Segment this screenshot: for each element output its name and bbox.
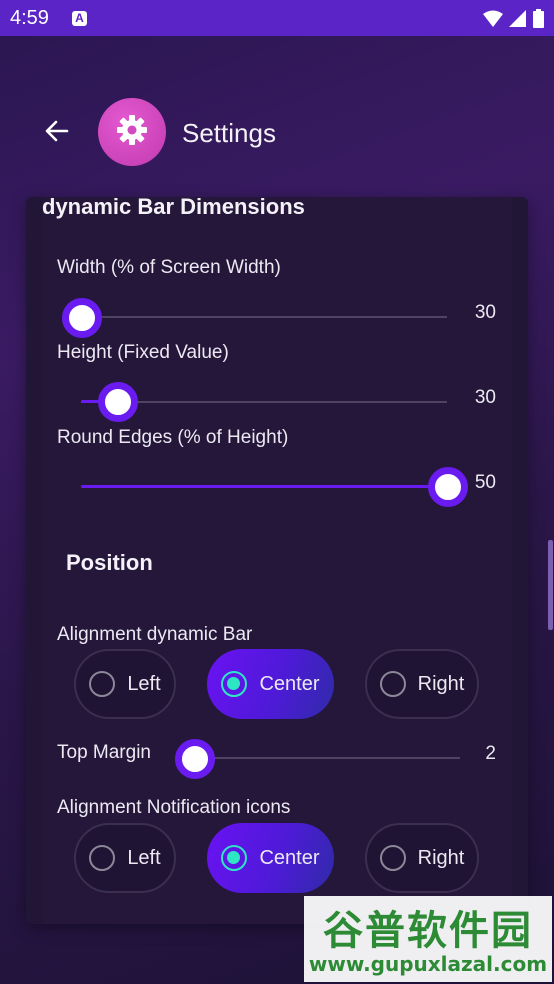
radio-checked-icon (221, 671, 248, 697)
alignment-icons-radio-group: Left Center Right (74, 823, 480, 895)
alignment-bar-right-option[interactable]: Right (365, 649, 479, 719)
radio-label: Right (417, 672, 465, 695)
width-value: 30 (474, 302, 496, 323)
top-margin-value: 2 (485, 743, 496, 764)
alignment-bar-center-option[interactable]: Center (207, 649, 334, 719)
radio-checked-icon (221, 845, 248, 871)
radio-label: Center (259, 846, 320, 869)
radio-label: Center (259, 672, 320, 695)
top-margin-slider-thumb[interactable] (175, 739, 215, 779)
back-arrow-icon[interactable] (40, 114, 74, 148)
height-value: 30 (474, 387, 496, 408)
app-logo (98, 98, 166, 166)
scrollbar[interactable] (548, 540, 553, 630)
watermark-title: 谷普软件园 (323, 908, 533, 954)
alignment-icons-right-option[interactable]: Right (365, 823, 479, 893)
width-slider-thumb[interactable] (62, 298, 102, 338)
dimensions-section-title: dynamic Bar Dimensions (42, 197, 305, 219)
radio-circle-icon (379, 671, 406, 697)
width-slider-track[interactable] (81, 316, 447, 318)
top-margin-slider-track[interactable] (194, 757, 460, 759)
alignment-icons-label: Alignment Notification icons (57, 797, 291, 818)
status-bar: 4:59 A (0, 0, 554, 36)
radio-circle-icon (379, 845, 406, 871)
alignment-bar-radio-group: Left Center Right (74, 649, 480, 721)
width-label: Width (% of Screen Width) (57, 257, 281, 278)
page-title: Settings (182, 118, 276, 148)
settings-card: dynamic Bar Dimensions Width (% of Scree… (26, 197, 528, 924)
round-edges-slider-track[interactable] (81, 485, 447, 488)
top-margin-label: Top Margin (57, 742, 151, 763)
height-label: Height (Fixed Value) (57, 342, 229, 363)
radio-label: Right (417, 846, 465, 869)
alignment-icons-center-option[interactable]: Center (207, 823, 334, 893)
round-edges-value: 50 (474, 472, 496, 493)
notification-icon: A (72, 11, 87, 26)
alignment-bar-label: Alignment dynamic Bar (57, 624, 253, 645)
signal-icon (509, 9, 527, 28)
round-edges-label: Round Edges (% of Height) (57, 427, 289, 448)
gear-icon (115, 113, 149, 152)
radio-circle-icon (89, 671, 116, 697)
alignment-bar-left-option[interactable]: Left (74, 649, 176, 719)
height-slider-thumb[interactable] (98, 382, 138, 422)
battery-icon (533, 9, 544, 28)
radio-circle-icon (89, 845, 116, 871)
app-bar: Settings (0, 96, 554, 168)
status-time: 4:59 (10, 7, 49, 29)
watermark-url: www.gupuxlazal.com (308, 952, 548, 976)
position-section-title: Position (66, 550, 153, 575)
radio-label: Left (127, 672, 161, 695)
watermark: 谷普软件园 www.gupuxlazal.com (304, 896, 552, 982)
radio-label: Left (127, 846, 161, 869)
status-icons (483, 9, 544, 28)
wifi-icon (483, 10, 503, 28)
alignment-icons-left-option[interactable]: Left (74, 823, 176, 893)
